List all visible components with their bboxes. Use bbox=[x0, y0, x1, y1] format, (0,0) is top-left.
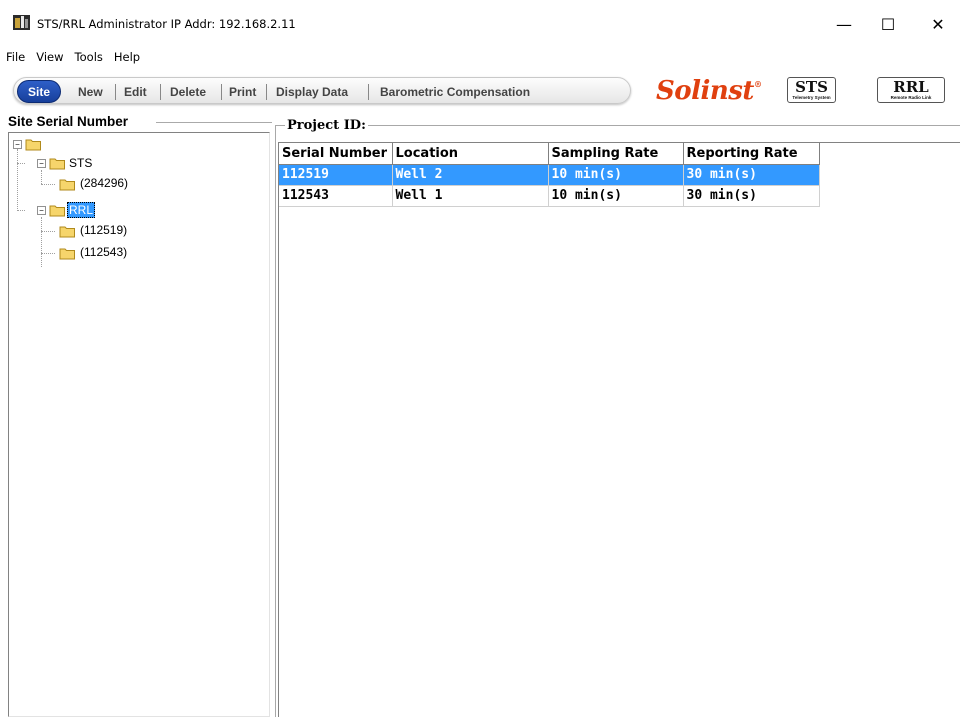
project-panel: Project ID: Serial Number Location Sampl… bbox=[275, 114, 960, 717]
cell-location: Well 1 bbox=[392, 185, 549, 207]
site-tree-title: Site Serial Number bbox=[8, 114, 132, 129]
folder-icon bbox=[59, 248, 75, 260]
collapse-toggle[interactable]: − bbox=[37, 159, 46, 168]
maximize-button[interactable]: ☐ bbox=[866, 9, 910, 39]
site-tree[interactable]: − − STS (284296) − RRL (112519) (112543) bbox=[8, 132, 270, 717]
toolbar-separator bbox=[115, 84, 116, 100]
menu-tools[interactable]: Tools bbox=[75, 50, 103, 64]
solinst-logo-text: Solinst bbox=[656, 76, 754, 106]
rrl-logo-subtitle: Remote Radio Link bbox=[890, 94, 932, 100]
rrl-logo-button[interactable]: RRL Remote Radio Link bbox=[877, 77, 945, 103]
toolbar-button-group: Site New Edit Delete Print Display Data … bbox=[13, 77, 631, 104]
groupbox-line bbox=[156, 122, 272, 123]
column-header-location[interactable]: Location bbox=[392, 143, 549, 165]
tree-connector bbox=[41, 217, 42, 267]
rrl-logo-text: RRL bbox=[893, 77, 929, 96]
project-table: Serial Number Location Sampling Rate Rep… bbox=[279, 143, 820, 207]
cell-sampling-rate: 10 min(s) bbox=[548, 164, 684, 186]
cell-serial-number: 112543 bbox=[279, 185, 393, 207]
toolbar-separator bbox=[368, 84, 369, 100]
maximize-icon: ☐ bbox=[880, 14, 896, 34]
edit-button[interactable]: Edit bbox=[124, 78, 147, 105]
solinst-logo: Solinst® bbox=[656, 76, 762, 106]
cell-serial-number: 112519 bbox=[279, 164, 393, 186]
title-bar: STS/RRL Administrator IP Addr: 192.168.2… bbox=[0, 0, 960, 44]
column-header-serial-number[interactable]: Serial Number bbox=[279, 143, 393, 165]
collapse-toggle[interactable]: − bbox=[13, 140, 22, 149]
toolbar: Site New Edit Delete Print Display Data … bbox=[0, 70, 960, 112]
close-icon: ✕ bbox=[931, 14, 945, 34]
print-button[interactable]: Print bbox=[229, 78, 256, 105]
tree-connector bbox=[17, 210, 25, 211]
tree-node-112543[interactable]: (112543) bbox=[80, 245, 127, 259]
folder-icon bbox=[49, 158, 65, 170]
app-icon bbox=[13, 15, 30, 30]
toolbar-separator bbox=[266, 84, 267, 100]
tree-connector bbox=[17, 163, 25, 164]
folder-icon bbox=[25, 139, 41, 151]
tree-connector bbox=[17, 149, 18, 211]
tree-connector bbox=[41, 170, 42, 184]
barometric-compensation-button[interactable]: Barometric Compensation bbox=[380, 78, 530, 105]
site-button[interactable]: Site bbox=[17, 80, 61, 103]
site-tree-panel: Site Serial Number − − STS (284296) − RR… bbox=[6, 114, 272, 717]
cell-location: Well 2 bbox=[392, 164, 549, 186]
registered-mark: ® bbox=[753, 79, 762, 89]
tree-connector bbox=[41, 253, 55, 254]
table-row[interactable]: 112519 Well 2 10 min(s) 30 min(s) bbox=[279, 164, 820, 186]
table-row[interactable]: 112543 Well 1 10 min(s) 30 min(s) bbox=[279, 185, 820, 207]
display-data-button[interactable]: Display Data bbox=[276, 78, 348, 105]
cell-reporting-rate: 30 min(s) bbox=[683, 164, 820, 186]
cell-reporting-rate: 30 min(s) bbox=[683, 185, 820, 207]
tree-node-112519[interactable]: (112519) bbox=[80, 223, 127, 237]
menu-bar: File View Tools Help bbox=[0, 47, 960, 67]
new-button[interactable]: New bbox=[78, 78, 103, 105]
minimize-button[interactable]: — bbox=[822, 9, 866, 39]
sts-logo-subtitle: Telemetry System bbox=[792, 94, 831, 100]
table-header-row: Serial Number Location Sampling Rate Rep… bbox=[279, 143, 820, 165]
sts-logo-button[interactable]: STS Telemetry System bbox=[787, 77, 836, 103]
tree-connector bbox=[41, 231, 55, 232]
window-title: STS/RRL Administrator IP Addr: 192.168.2… bbox=[37, 17, 296, 31]
menu-view[interactable]: View bbox=[36, 50, 63, 64]
sts-logo-text: STS bbox=[795, 77, 828, 96]
cell-sampling-rate: 10 min(s) bbox=[548, 185, 684, 207]
project-grid[interactable]: Serial Number Location Sampling Rate Rep… bbox=[278, 142, 960, 717]
toolbar-separator bbox=[160, 84, 161, 100]
folder-icon bbox=[59, 179, 75, 191]
tree-node-284296[interactable]: (284296) bbox=[80, 176, 128, 190]
folder-icon bbox=[49, 205, 65, 217]
minimize-icon: — bbox=[836, 14, 852, 34]
menu-help[interactable]: Help bbox=[114, 50, 140, 64]
tree-connector bbox=[41, 184, 55, 185]
tree-node-rrl[interactable]: RRL bbox=[67, 202, 96, 218]
delete-button[interactable]: Delete bbox=[170, 78, 206, 105]
collapse-toggle[interactable]: − bbox=[37, 206, 46, 215]
tree-node-sts[interactable]: STS bbox=[69, 156, 92, 170]
project-id-label: Project ID: bbox=[285, 118, 368, 133]
column-header-reporting-rate[interactable]: Reporting Rate bbox=[683, 143, 820, 165]
toolbar-separator bbox=[221, 84, 222, 100]
menu-file[interactable]: File bbox=[6, 50, 25, 64]
close-button[interactable]: ✕ bbox=[916, 9, 960, 39]
column-header-sampling-rate[interactable]: Sampling Rate bbox=[548, 143, 684, 165]
folder-icon bbox=[59, 226, 75, 238]
